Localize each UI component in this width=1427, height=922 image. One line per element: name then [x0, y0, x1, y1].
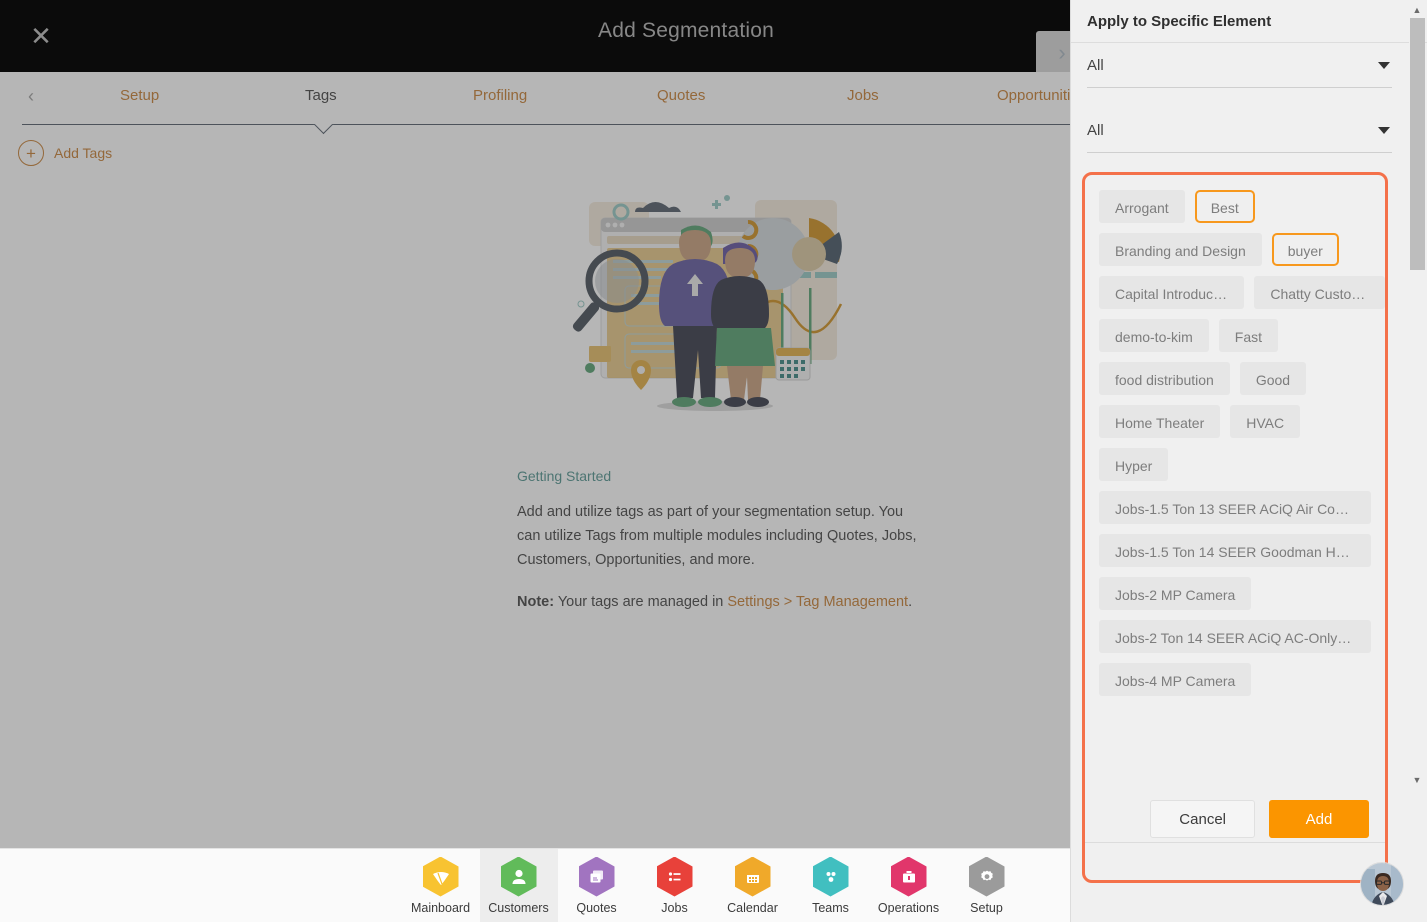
tag-management-link[interactable]: Settings > Tag Management: [727, 594, 908, 610]
getting-started-body: Add and utilize tags as part of your seg…: [517, 504, 917, 568]
tab-tags[interactable]: Tags: [305, 87, 337, 104]
getting-started-note: Note: Your tags are managed in Settings …: [517, 590, 917, 614]
segmentation-illustration: [555, 188, 885, 433]
panel-title: Apply to Specific Element: [1087, 12, 1272, 30]
tag-row: Branding and Design buyer: [1099, 233, 1385, 266]
add-tags-button[interactable]: + Add Tags: [18, 140, 112, 166]
getting-started-block: Getting Started Add and utilize tags as …: [517, 468, 917, 614]
tag-chip-jobs-4-mp-camera[interactable]: Jobs-4 MP Camera: [1099, 663, 1252, 696]
chevron-left-icon[interactable]: ‹: [28, 86, 34, 107]
tag-chip-best[interactable]: Best: [1194, 190, 1255, 223]
nav-item-operations[interactable]: Operations: [870, 849, 948, 922]
triangle-down-icon[interactable]: ▼: [1409, 772, 1425, 788]
jobs-icon: [656, 856, 693, 897]
tag-chip-chatty-customer[interactable]: Chatty Customer: [1254, 276, 1385, 309]
tab-setup[interactable]: Setup: [120, 87, 159, 104]
tag-chip-jobs-15-ton-14-seer[interactable]: Jobs-1.5 Ton 14 SEER Goodman Heat Pu…: [1099, 534, 1371, 567]
teams-icon: [812, 856, 849, 897]
nav-item-jobs[interactable]: Jobs: [636, 849, 714, 922]
operations-icon: [890, 856, 927, 897]
scrollbar-thumb[interactable]: [1410, 18, 1425, 270]
add-tags-label: Add Tags: [54, 145, 113, 161]
panel-actions: Cancel Add: [1085, 796, 1385, 843]
tab-jobs[interactable]: Jobs: [847, 87, 879, 104]
tag-chip-jobs-2-mp-camera[interactable]: Jobs-2 MP Camera: [1099, 577, 1252, 610]
note-suffix: .: [908, 594, 913, 610]
nav-item-teams[interactable]: Teams: [792, 849, 870, 922]
tag-row: Hyper: [1099, 448, 1385, 481]
nav-label-quotes: Quotes: [576, 900, 617, 915]
tag-chip-demo-to-kim[interactable]: demo-to-kim: [1099, 319, 1209, 352]
tag-row: Jobs-2 Ton 14 SEER ACiQ AC-Only Packa…: [1099, 620, 1385, 653]
tag-chip-capital-introduction[interactable]: Capital Introduction: [1099, 276, 1245, 309]
tab-profiling[interactable]: Profiling: [473, 87, 527, 104]
tag-chip-branding-and-design[interactable]: Branding and Design: [1099, 233, 1262, 266]
tag-row: food distribution Good: [1099, 362, 1385, 395]
calendar-icon: [734, 856, 771, 897]
nav-item-calendar[interactable]: Calendar: [714, 849, 792, 922]
tag-row: Jobs-1.5 Ton 13 SEER ACiQ Air Condition…: [1099, 491, 1385, 524]
nav-item-setup[interactable]: Setup: [948, 849, 1026, 922]
tag-row: Home Theater HVAC: [1099, 405, 1385, 438]
tag-list[interactable]: Arrogant Best Branding and Design buyer …: [1085, 176, 1385, 796]
tag-chip-jobs-2-ton-14-seer[interactable]: Jobs-2 Ton 14 SEER ACiQ AC-Only Packa…: [1099, 620, 1371, 653]
nav-label-setup: Setup: [970, 900, 1003, 915]
element-select[interactable]: All: [1087, 108, 1392, 153]
panel-header: Apply to Specific Element: [1071, 0, 1427, 43]
quotes-icon: [578, 856, 615, 897]
tag-chip-jobs-15-ton-13-seer[interactable]: Jobs-1.5 Ton 13 SEER ACiQ Air Condition…: [1099, 491, 1371, 524]
nav-label-calendar: Calendar: [727, 900, 778, 915]
nav-label-customers: Customers: [488, 900, 549, 915]
tag-row: demo-to-kim Fast: [1099, 319, 1385, 352]
nav-item-mainboard[interactable]: Mainboard: [402, 849, 480, 922]
cancel-button[interactable]: Cancel: [1150, 800, 1255, 838]
element-select-value: All: [1087, 121, 1104, 139]
user-avatar[interactable]: [1360, 862, 1404, 906]
tag-row: Jobs-4 MP Camera: [1099, 663, 1385, 696]
tag-chip-buyer[interactable]: buyer: [1271, 233, 1339, 266]
triangle-up-icon[interactable]: ▲: [1409, 2, 1425, 18]
nav-label-jobs: Jobs: [661, 900, 688, 915]
setup-icon: [968, 856, 1005, 897]
getting-started-title: Getting Started: [517, 468, 612, 484]
tag-row: Arrogant Best: [1099, 190, 1385, 223]
tag-chip-fast[interactable]: Fast: [1218, 319, 1279, 352]
tag-chip-good[interactable]: Good: [1239, 362, 1307, 395]
tag-chip-arrogant[interactable]: Arrogant: [1099, 190, 1185, 223]
nav-label-teams: Teams: [812, 900, 849, 915]
note-label: Note:: [517, 594, 555, 610]
chevron-down-icon: [1378, 61, 1390, 69]
plus-circle-icon: +: [18, 140, 44, 166]
tag-chip-food-distribution[interactable]: food distribution: [1099, 362, 1230, 395]
mainboard-icon: [422, 856, 459, 897]
nav-label-mainboard: Mainboard: [410, 900, 471, 915]
nav-item-customers[interactable]: Customers: [479, 848, 558, 922]
add-button[interactable]: Add: [1269, 800, 1369, 838]
tag-chip-hvac[interactable]: HVAC: [1230, 405, 1301, 438]
active-tab-caret: [313, 124, 335, 136]
tab-quotes[interactable]: Quotes: [657, 87, 705, 104]
note-text: Your tags are managed in: [554, 594, 728, 610]
nav-label-operations: Operations: [877, 900, 940, 915]
customers-icon: [500, 856, 537, 897]
panel-scrollbar[interactable]: ▲ ▼: [1409, 0, 1425, 790]
module-select-value: All: [1087, 56, 1104, 74]
module-select[interactable]: All: [1087, 43, 1392, 88]
tag-row: Capital Introduction Chatty Customer: [1099, 276, 1385, 309]
tag-chip-hyper[interactable]: Hyper: [1099, 448, 1169, 481]
chevron-down-icon: [1378, 126, 1390, 134]
tag-row: Jobs-2 MP Camera: [1099, 577, 1385, 610]
nav-item-quotes[interactable]: Quotes: [558, 849, 636, 922]
tag-row: Jobs-1.5 Ton 14 SEER Goodman Heat Pu…: [1099, 534, 1385, 567]
tag-chip-home-theater[interactable]: Home Theater: [1099, 405, 1221, 438]
